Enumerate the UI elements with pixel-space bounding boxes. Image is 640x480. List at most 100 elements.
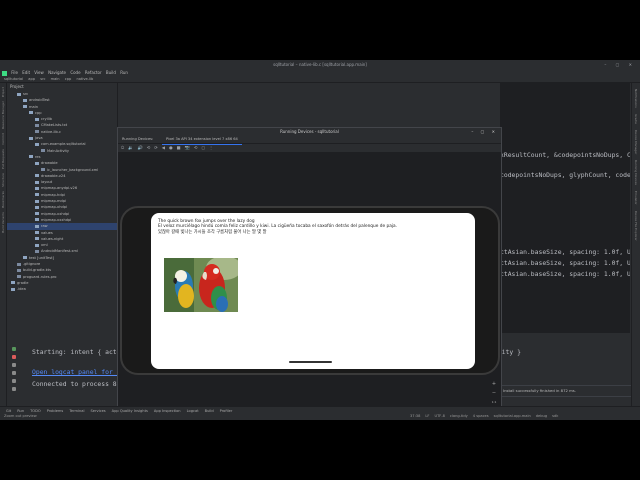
pangram-korean: 있잖아 갈때 빛나는 가시들 조각 구름처럼 물어 나는 말 몇 말 — [158, 230, 267, 235]
breadcrumb: sqlltutorial app src main cpp native-lib — [0, 76, 640, 83]
emulator-toolbar-icon[interactable]: ◀ — [162, 145, 165, 150]
status-indicators: 37:38 LF UTF-8 clang-tidy 4 spaces sqlltutori… — [410, 413, 563, 420]
running-devices-window-controls[interactable]: – ▢ ✕ — [471, 128, 498, 135]
ide-window: sqlltutorial – native-lib.c [sqlltutoria… — [0, 60, 640, 420]
menu-build[interactable]: Build — [106, 70, 116, 75]
scroll-to-end-icon[interactable] — [12, 371, 16, 375]
menu-bar: File Edit View Navigate Code Refactor Bu… — [0, 69, 640, 76]
parrots-image — [164, 258, 238, 312]
emulator-toolbar-icon[interactable]: ⟲ — [147, 145, 151, 150]
right-strip-tab[interactable]: Emulator — [634, 191, 638, 205]
status-indicator[interactable]: LF — [425, 414, 429, 418]
right-strip-tab[interactable]: Device Manager — [634, 130, 638, 154]
project-panel-header[interactable]: Project — [7, 83, 117, 91]
breadcrumb-item[interactable]: app — [28, 77, 35, 81]
status-message: Zoom out preview — [4, 414, 37, 418]
rerun-icon[interactable] — [12, 347, 16, 351]
right-strip-tab[interactable]: Notifications — [634, 89, 638, 108]
left-strip-tab[interactable]: Pull Requests — [1, 149, 5, 169]
status-indicator[interactable]: sqlltutorial.app.main — [494, 414, 531, 418]
emulator-toolbar-icon[interactable]: ● — [169, 145, 173, 150]
folder-icon — [35, 231, 39, 235]
breadcrumb-item[interactable]: sqlltutorial — [4, 77, 23, 81]
right-strip-tab[interactable]: Gradle — [634, 114, 638, 124]
breadcrumb-item[interactable]: cpp — [65, 77, 72, 81]
print-icon[interactable] — [12, 379, 16, 383]
left-strip-tab[interactable]: Commit — [1, 133, 5, 145]
folder-icon — [17, 92, 21, 96]
tree-item-label: cpp — [35, 110, 42, 115]
tree-item-label: test [unitTest] — [29, 255, 54, 260]
emulator-toolbar-icon[interactable]: 🔊 — [138, 145, 143, 150]
breadcrumb-item[interactable]: main — [51, 77, 60, 81]
left-strip-tab[interactable]: Structure — [1, 173, 5, 187]
file-icon — [17, 275, 21, 279]
right-strip-tab[interactable]: Device File Explorer — [634, 211, 638, 241]
folder-icon — [35, 224, 39, 228]
folder-icon — [35, 218, 39, 222]
file-icon — [35, 130, 39, 134]
status-indicator[interactable]: debug — [536, 414, 547, 418]
tree-item-label: drawable-v24 — [41, 173, 66, 178]
left-strip-tab[interactable]: Resource Manager — [1, 101, 5, 129]
tree-item-label: mipmap-xhdpi — [41, 205, 68, 210]
stop-icon[interactable] — [12, 355, 16, 359]
running-devices-tabs: Running Devices: Pixel 3a API 34 extensi… — [118, 135, 501, 145]
running-devices-title: Running Devices - sqlltutorial — [280, 129, 339, 134]
folder-icon — [23, 256, 27, 260]
left-strip-tab[interactable]: Project — [1, 87, 5, 97]
menu-run[interactable]: Run — [120, 70, 128, 75]
emulator-toolbar-icon[interactable]: ⟲ — [194, 145, 198, 150]
clear-icon[interactable] — [12, 387, 16, 391]
file-icon — [17, 268, 21, 272]
device-screen[interactable]: The quick brown fox jumps over the lazy … — [151, 213, 475, 369]
emulator-toolbar-icon[interactable]: ◻ — [201, 145, 204, 150]
menu-file[interactable]: File — [11, 70, 18, 75]
window-controls[interactable]: – ▢ ✕ — [604, 60, 636, 69]
emulator-toolbar-icon[interactable]: 🔉 — [128, 145, 133, 150]
tree-folder[interactable]: .idea — [7, 286, 117, 292]
code-line: ctAsian.baseSize, spacing: 1.0f, Unc BLA… — [500, 259, 630, 267]
tree-item-label: .idea — [17, 287, 26, 292]
menu-code[interactable]: Code — [70, 70, 80, 75]
status-indicator[interactable]: clang-tidy — [450, 414, 468, 418]
install-notification[interactable]: Install successfully finished in 872 ms. — [494, 385, 632, 397]
emulator-toolbar-icon[interactable]: ⟳ — [154, 145, 158, 150]
tree-item-label: build.gradle.kts — [23, 268, 51, 273]
emulator-toolbar-icon[interactable]: ⏻ — [121, 145, 124, 150]
menu-view[interactable]: View — [34, 70, 44, 75]
tab-pixel-3a[interactable]: Pixel 3a API 34 extension level 7 x86 64 — [162, 135, 242, 145]
folder-icon — [35, 199, 39, 203]
emulator-toolbar-icon[interactable]: 📷 — [185, 145, 190, 150]
emulator-toolbar-icon[interactable]: ■ — [177, 145, 181, 150]
menu-edit[interactable]: Edit — [22, 70, 30, 75]
folder-icon — [35, 212, 39, 216]
breadcrumb-item[interactable]: native-lib — [76, 77, 93, 81]
menu-navigate[interactable]: Navigate — [48, 70, 66, 75]
folder-icon — [11, 281, 15, 285]
folder-icon — [35, 186, 39, 190]
status-bar: Zoom out preview 37:38 LF UTF-8 clang-tidy 4… — [0, 413, 640, 420]
menu-refactor[interactable]: Refactor — [85, 70, 102, 75]
tree-item-label: androidTest — [29, 98, 50, 103]
left-strip-tab[interactable]: Bookmarks — [1, 191, 5, 208]
status-indicator[interactable]: 4 spaces — [473, 414, 489, 418]
restore-layout-icon[interactable] — [12, 363, 16, 367]
status-indicator[interactable]: UTF-8 — [434, 414, 444, 418]
breadcrumb-item[interactable]: src — [40, 77, 45, 81]
title-bar: sqlltutorial – native-lib.c [sqlltutoria… — [0, 60, 640, 69]
status-indicator[interactable]: sdk — [552, 414, 558, 418]
code-editor[interactable]: xResultCount, &codepointsNoDups, Count) c… — [500, 83, 630, 333]
code-line: ctAsian.baseSize, spacing: 1.0f, Unc BLA… — [500, 248, 630, 256]
left-strip-tab[interactable]: Build Variants — [1, 212, 5, 233]
zoom-out-icon[interactable]: − — [491, 389, 497, 398]
file-icon — [17, 262, 21, 266]
android-studio-logo-icon — [2, 70, 7, 76]
tab-running-devices[interactable]: Running Devices: — [118, 135, 157, 144]
status-indicator[interactable]: 37:38 — [410, 414, 420, 418]
emulator-toolbar-icon[interactable]: ⋮ — [209, 145, 213, 150]
zoom-in-icon[interactable]: + — [491, 380, 497, 389]
right-strip-tab[interactable]: Running Devices — [634, 160, 638, 185]
home-gesture-bar[interactable] — [289, 361, 332, 363]
folder-icon — [23, 105, 27, 109]
